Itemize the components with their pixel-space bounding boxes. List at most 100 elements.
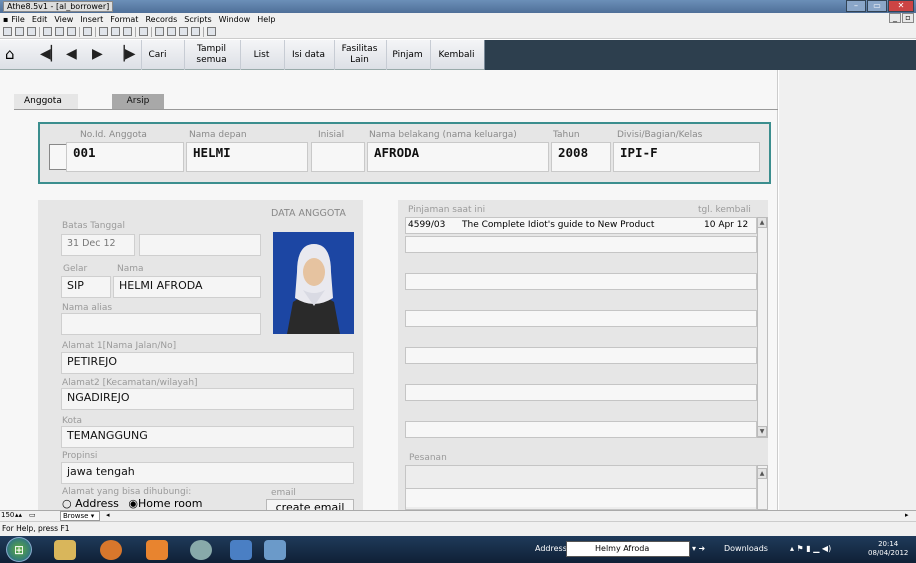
- clock[interactable]: 20:14 08/04/2012: [868, 540, 908, 558]
- list-button[interactable]: List: [240, 40, 282, 70]
- find-icon[interactable]: [155, 27, 164, 36]
- downloads-toolbar[interactable]: Downloads: [724, 544, 768, 553]
- address-go-icon[interactable]: ▾ ➜: [692, 544, 705, 553]
- new-record-icon[interactable]: [3, 27, 12, 36]
- fasilitas-lain-button[interactable]: Fasilitas Lain: [334, 40, 384, 70]
- next-record-icon[interactable]: ▶: [92, 47, 103, 61]
- status-bar: 150 ▴▴ ▭ Browse ▾ ◂ ▸: [0, 510, 916, 521]
- word-icon[interactable]: [230, 540, 252, 560]
- address-input[interactable]: Helmy Afroda: [566, 541, 690, 557]
- show-all-icon[interactable]: [191, 27, 200, 36]
- scroll-up-icon[interactable]: ▲: [757, 468, 767, 479]
- maximize-button[interactable]: ▭: [867, 0, 887, 12]
- pesanan-row[interactable]: [406, 488, 756, 507]
- menu-edit[interactable]: Edit: [32, 15, 48, 24]
- alamat2-field[interactable]: NGADIREJO: [61, 388, 354, 410]
- menu-window[interactable]: Window: [219, 15, 251, 24]
- divisi-field[interactable]: IPI-F: [613, 142, 760, 172]
- record-select-checkbox[interactable]: [49, 144, 67, 170]
- cari-button[interactable]: Cari: [141, 40, 173, 70]
- radio-address[interactable]: ○ Address: [62, 497, 119, 510]
- form-icon[interactable]: [123, 27, 132, 36]
- loan-row[interactable]: 4599/03 The Complete Idiot's guide to Ne…: [405, 217, 757, 234]
- gelar-field[interactable]: SIP: [61, 276, 111, 298]
- alamat1-field[interactable]: PETIREJO: [61, 352, 354, 374]
- menu-insert[interactable]: Insert: [80, 15, 103, 24]
- pinjam-button[interactable]: Pinjam: [386, 40, 428, 70]
- spellcheck-icon[interactable]: [27, 27, 36, 36]
- help-icon[interactable]: [207, 27, 216, 36]
- start-button[interactable]: ⊞: [6, 537, 32, 562]
- inisial-field[interactable]: [311, 142, 365, 172]
- kembali-button[interactable]: Kembali: [430, 40, 482, 70]
- mode-select[interactable]: Browse ▾: [60, 511, 100, 521]
- zoom-level[interactable]: 150: [1, 511, 14, 519]
- previous-record-icon[interactable]: ◀: [66, 47, 77, 61]
- nama-depan-field[interactable]: HELMI: [186, 142, 308, 172]
- omit-icon[interactable]: [179, 27, 188, 36]
- minimize-button[interactable]: –: [846, 0, 866, 12]
- menu-scripts[interactable]: Scripts: [184, 15, 211, 24]
- paste-icon[interactable]: [67, 27, 76, 36]
- menu-format[interactable]: Format: [110, 15, 138, 24]
- scroll-down-icon[interactable]: ▼: [757, 426, 767, 437]
- nama-belakang-field[interactable]: AFRODA: [367, 142, 549, 172]
- tab-arsip[interactable]: Arsip: [112, 94, 164, 109]
- last-record-icon[interactable]: ▕▶: [114, 47, 136, 61]
- cut-icon[interactable]: [43, 27, 52, 36]
- data-anggota-title: DATA ANGGOTA: [271, 208, 346, 219]
- filemaker-icon[interactable]: [264, 540, 286, 560]
- tray-icons[interactable]: ▴ ⚑ ▮ ▁ ◀): [790, 544, 831, 553]
- tampil-semua-button[interactable]: Tampil semua: [184, 40, 238, 70]
- scroll-right-icon[interactable]: ▸: [905, 511, 909, 519]
- loan-row[interactable]: [405, 310, 757, 327]
- propinsi-field[interactable]: jawa tengah: [61, 462, 354, 484]
- menu-help[interactable]: Help: [257, 15, 275, 24]
- menu-file[interactable]: File: [11, 15, 24, 24]
- loans-scrollbar[interactable]: [757, 217, 768, 438]
- mdi-restore-button[interactable]: ▫: [902, 13, 914, 23]
- tahun-field[interactable]: 2008: [551, 142, 611, 172]
- tab-anggota[interactable]: Anggota: [14, 94, 78, 109]
- scroll-up-icon[interactable]: ▲: [757, 217, 767, 228]
- scroll-left-icon[interactable]: ◂: [106, 511, 110, 519]
- explorer-icon[interactable]: [54, 540, 76, 560]
- undo-icon[interactable]: [83, 27, 92, 36]
- radio-home-room[interactable]: ◉Home room: [128, 497, 202, 510]
- print-icon[interactable]: [15, 27, 24, 36]
- chrome-icon[interactable]: [190, 540, 212, 560]
- address-label: Address: [535, 544, 567, 553]
- loan-row[interactable]: [405, 273, 757, 290]
- loan-row[interactable]: [405, 347, 757, 364]
- kota-field[interactable]: TEMANGGUNG: [61, 426, 354, 448]
- batas-tanggal-extra-field[interactable]: [139, 234, 261, 256]
- zoom-buttons-icon[interactable]: ▴▴: [15, 511, 22, 519]
- chart-icon[interactable]: [139, 27, 148, 36]
- home-icon[interactable]: ⌂: [5, 46, 23, 62]
- menu-view[interactable]: View: [54, 15, 73, 24]
- nama-alias-field[interactable]: [61, 313, 261, 335]
- alamat1-label: Alamat 1[Nama Jalan/No]: [62, 341, 177, 351]
- status-area-toggle-icon[interactable]: ▭: [29, 511, 36, 519]
- table-icon[interactable]: [111, 27, 120, 36]
- find-request-icon[interactable]: [167, 27, 176, 36]
- copy-icon[interactable]: [55, 27, 64, 36]
- nama-field[interactable]: HELMI AFRODA: [113, 276, 261, 298]
- sort-icon[interactable]: [99, 27, 108, 36]
- kota-label: Kota: [62, 416, 83, 426]
- media-player-icon[interactable]: [146, 540, 168, 560]
- first-record-icon[interactable]: ◀▏: [40, 47, 62, 61]
- pesanan-list[interactable]: [405, 465, 757, 510]
- alamat-hubungi-label: Alamat yang bisa dihubungi:: [62, 487, 192, 497]
- isi-data-button[interactable]: Isi data: [284, 40, 332, 70]
- no-id-field[interactable]: 001: [66, 142, 184, 172]
- mdi-minimize-button[interactable]: _: [889, 13, 901, 23]
- close-button[interactable]: ✕: [888, 0, 914, 12]
- menu-records[interactable]: Records: [145, 15, 177, 24]
- firefox-icon[interactable]: [100, 540, 122, 560]
- loan-row[interactable]: [405, 236, 757, 253]
- loan-row[interactable]: [405, 384, 757, 401]
- title-bar: Athe8.5v1 - [al_borrower] – ▭ ✕: [0, 0, 916, 13]
- batas-tanggal-field[interactable]: 31 Dec 12: [61, 234, 135, 256]
- loan-row[interactable]: [405, 421, 757, 438]
